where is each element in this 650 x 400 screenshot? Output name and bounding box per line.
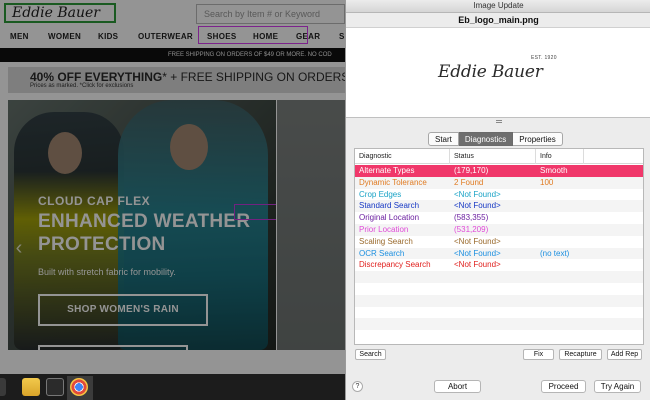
- splitter-handle[interactable]: [496, 120, 502, 123]
- store-icon[interactable]: [46, 378, 64, 396]
- table-row[interactable]: Original Location (583,355): [355, 212, 643, 224]
- table-cell-diagnostic: Crop Edges: [359, 189, 402, 199]
- table-cell-status: <Not Found>: [454, 248, 501, 258]
- file-explorer-icon[interactable]: [22, 378, 40, 396]
- column-header-diagnostic[interactable]: Diagnostic: [355, 149, 450, 164]
- image-filename: Eb_logo_main.png: [458, 15, 539, 25]
- table-row[interactable]: OCR Search <Not Found> (no text): [355, 247, 643, 260]
- table-row-empty: [355, 283, 643, 295]
- table-cell-diagnostic: Dynamic Tolerance: [359, 177, 427, 187]
- search-button[interactable]: Search: [355, 349, 386, 360]
- table-body: Alternate Types (179,170) Smooth Dynamic To…: [355, 165, 643, 342]
- table-row[interactable]: Prior Location (531,209): [355, 223, 643, 236]
- image-preview: Eddie Bauer EST. 1920: [346, 27, 650, 118]
- site-dim-overlay: [0, 0, 345, 374]
- image-update-window: Image Update Eb_logo_main.png Eddie Baue…: [345, 0, 650, 400]
- table-cell-info: (no text): [540, 248, 570, 258]
- table-row-empty: [355, 271, 643, 283]
- table-row[interactable]: Standard Search <Not Found>: [355, 200, 643, 213]
- tab-bar: Start Diagnostics Properties: [428, 132, 563, 146]
- column-header-status[interactable]: Status: [450, 149, 536, 164]
- table-cell-info: 100: [540, 177, 554, 187]
- table-cell-status: <Not Found>: [454, 260, 501, 270]
- table-cell-info: Smooth: [540, 166, 568, 175]
- table-cell-diagnostic: Original Location: [359, 213, 420, 223]
- table-cell-diagnostic: Standard Search: [359, 201, 420, 211]
- table-row[interactable]: Discrepancy Search <Not Found>: [355, 259, 643, 271]
- table-cell-status: <Not Found>: [454, 201, 501, 211]
- abort-button[interactable]: Abort: [434, 380, 481, 393]
- tab-diagnostics[interactable]: Diagnostics: [458, 132, 514, 146]
- proceed-button[interactable]: Proceed: [541, 380, 586, 393]
- table-cell-diagnostic: OCR Search: [359, 248, 405, 258]
- tab-properties[interactable]: Properties: [513, 132, 563, 146]
- table-row-empty: [355, 294, 643, 307]
- table-cell-status: (179,170): [454, 166, 489, 175]
- table-row[interactable]: Alternate Types (179,170) Smooth: [355, 165, 643, 177]
- taskbar: [0, 374, 345, 400]
- preview-logo-est: EST. 1920: [531, 55, 557, 61]
- table-cell-status: <Not Found>: [454, 189, 501, 199]
- recapture-button[interactable]: Recapture: [559, 349, 602, 360]
- table-row[interactable]: Crop Edges <Not Found>: [355, 189, 643, 201]
- website-page: Eddie Bauer Search by Item # or Keyword …: [0, 0, 345, 374]
- table-cell-diagnostic: Discrepancy Search: [359, 260, 431, 270]
- table-cell-status: (531,209): [454, 224, 489, 234]
- table-cell-status: (583,355): [454, 213, 489, 223]
- table-header: Diagnostic Status Info: [355, 149, 643, 164]
- table-cell-status: 2 Found: [454, 177, 484, 187]
- table-row[interactable]: Scaling Search <Not Found>: [355, 236, 643, 248]
- add-rep-button[interactable]: Add Rep: [607, 349, 642, 360]
- table-cell-diagnostic: Alternate Types: [359, 166, 415, 175]
- window-title[interactable]: Image Update: [346, 0, 650, 13]
- diagnostics-table: Diagnostic Status Info Alternate Types (1…: [354, 148, 644, 345]
- help-button[interactable]: ?: [352, 381, 363, 392]
- table-row-empty: [355, 330, 643, 342]
- table-cell-diagnostic: Scaling Search: [359, 236, 413, 246]
- table-row-empty: [355, 307, 643, 319]
- preview-logo-image: Eddie Bauer: [438, 62, 543, 82]
- chrome-icon[interactable]: [70, 378, 88, 396]
- table-cell-diagnostic: Prior Location: [359, 224, 409, 234]
- try-again-button[interactable]: Try Again: [594, 380, 641, 393]
- fix-button[interactable]: Fix: [523, 349, 554, 360]
- start-icon[interactable]: [0, 378, 6, 396]
- table-row[interactable]: Dynamic Tolerance 2 Found 100: [355, 176, 643, 189]
- table-row-empty: [355, 318, 643, 331]
- screen: Eddie Bauer Search by Item # or Keyword …: [0, 0, 650, 400]
- table-cell-status: <Not Found>: [454, 236, 501, 246]
- tab-start[interactable]: Start: [428, 132, 459, 146]
- column-header-info[interactable]: Info: [536, 149, 584, 164]
